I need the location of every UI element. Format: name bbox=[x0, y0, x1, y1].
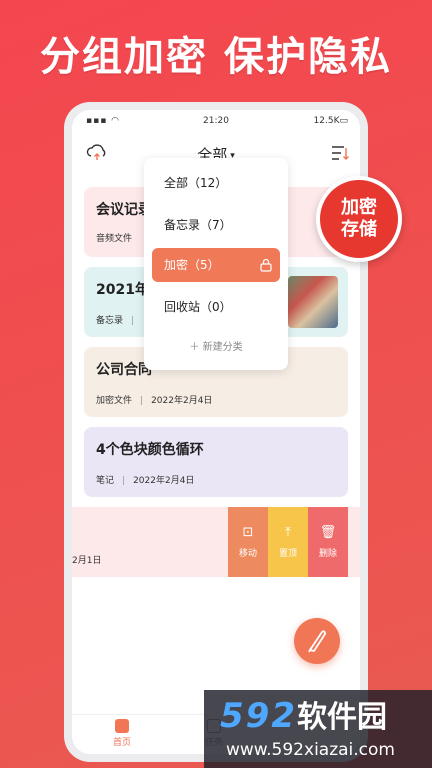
dropdown-item-trash[interactable]: 回收站（0） bbox=[152, 290, 280, 324]
badge-line2: 存储 bbox=[341, 219, 377, 240]
pin-top-button[interactable]: ⤒ 置顶 bbox=[268, 507, 308, 577]
dropdown-item-encrypted[interactable]: 加密（5） bbox=[152, 248, 280, 282]
trash-icon: 🗑 bbox=[319, 525, 337, 540]
dropdown-item-label: 加密（5） bbox=[164, 258, 220, 272]
note-meta: 音频文件 bbox=[96, 231, 132, 244]
home-icon bbox=[115, 719, 129, 733]
headline: 分组加密 保护隐私 bbox=[40, 34, 392, 80]
site-watermark: 592软件园 www.592xiazai.com bbox=[204, 690, 432, 768]
note-meta: 笔记 | 2022年2月4日 bbox=[96, 476, 195, 486]
tab-home[interactable]: 首页 bbox=[92, 719, 152, 748]
encrypted-storage-badge: 加密 存储 bbox=[316, 176, 402, 262]
pin-top-label: 置顶 bbox=[278, 549, 297, 559]
note-thumbnail bbox=[288, 276, 338, 328]
tab-home-label: 首页 bbox=[112, 738, 131, 748]
note-meta: 加密文件 | 2022年2月4日 bbox=[96, 396, 213, 406]
note-card[interactable]: 4个色块颜色循环 笔记 | 2022年2月4日 bbox=[84, 427, 348, 497]
pen-icon bbox=[308, 630, 326, 653]
note-date: 2022年2月4日 bbox=[151, 396, 213, 406]
note-category: 加密文件 bbox=[96, 396, 133, 406]
battery-icon: 12.5K▭ bbox=[313, 116, 348, 126]
delete-button[interactable]: 🗑 删除 bbox=[308, 507, 348, 577]
folder-move-icon: ⊡ bbox=[242, 525, 254, 540]
note-meta: 备忘录 | bbox=[96, 316, 135, 326]
pin-top-icon: ⤒ bbox=[285, 525, 291, 540]
move-button[interactable]: ⊡ 移动 bbox=[228, 507, 268, 577]
status-bar: ▪▪▪ ◠ 21:20 12.5K▭ bbox=[72, 114, 360, 130]
note-category: 音频文件 bbox=[96, 234, 133, 244]
note-date: 2月1日 bbox=[72, 556, 102, 566]
new-category-button[interactable]: ＋ 新建分类 bbox=[144, 338, 288, 353]
note-category: 笔记 bbox=[96, 476, 115, 486]
dropdown-item-all[interactable]: 全部（12） bbox=[152, 166, 280, 200]
note-title: 4个色块颜色循环 bbox=[96, 442, 204, 458]
badge-line1: 加密 bbox=[341, 197, 377, 218]
new-note-button[interactable] bbox=[294, 618, 340, 664]
move-label: 移动 bbox=[238, 549, 257, 559]
watermark-url: www.592xiazai.com bbox=[226, 740, 395, 760]
note-date: 2022年2月4日 bbox=[133, 476, 195, 486]
category-dropdown: 全部（12） 备忘录（7） 加密（5） 回收站（0） ＋ 新建分类 bbox=[144, 158, 288, 370]
delete-label: 删除 bbox=[318, 549, 337, 559]
watermark-logo: 592软件园 bbox=[220, 696, 387, 736]
sort-icon[interactable] bbox=[330, 144, 350, 162]
lock-icon bbox=[260, 258, 272, 272]
dropdown-item-memo[interactable]: 备忘录（7） bbox=[152, 208, 280, 242]
note-category: 备忘录 bbox=[96, 316, 124, 326]
swiped-note-row[interactable]: 2月1日 ⊡ 移动 ⤒ 置顶 🗑 删除 bbox=[72, 507, 360, 577]
